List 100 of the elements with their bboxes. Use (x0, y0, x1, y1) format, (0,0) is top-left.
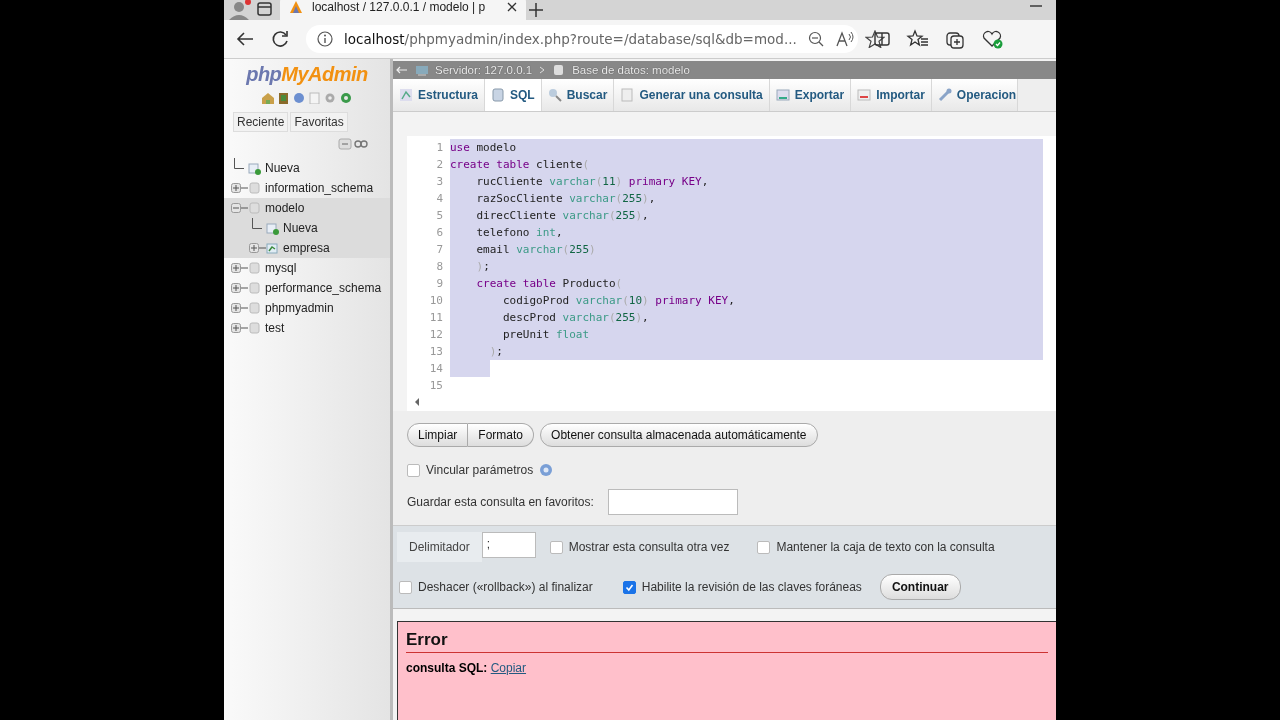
new-database-icon (248, 161, 262, 175)
tree-item[interactable]: empresa (283, 241, 330, 255)
collapse-icon[interactable] (338, 138, 352, 150)
tree-item[interactable]: mysql (265, 261, 297, 275)
continue-button[interactable]: Continuar (879, 574, 961, 600)
expand-icon[interactable] (231, 323, 241, 333)
wrench-icon (937, 88, 952, 102)
url-text: localhost/phpmyadmin/index.php?route=/database/sql&db=mod... (344, 31, 797, 47)
expand-icon[interactable] (231, 263, 241, 273)
logo-text[interactable]: phpMyAdmin (224, 63, 390, 86)
scroll-icon (491, 88, 506, 102)
new-tab-icon[interactable] (526, 0, 546, 20)
expand-icon[interactable] (231, 303, 241, 313)
checkbox-label[interactable]: Deshacer («rollback») al finalizar (418, 580, 593, 594)
line-number: 15 (428, 378, 444, 394)
table-icon (266, 241, 280, 255)
collections-icon[interactable] (944, 29, 966, 49)
line-number: 2 (435, 157, 444, 173)
line-number: 5 (435, 208, 444, 224)
close-icon[interactable] (506, 1, 518, 13)
home-icon[interactable] (261, 92, 275, 104)
line-number: 8 (435, 259, 444, 275)
tree-item[interactable]: performance_schema (265, 281, 382, 295)
line-number: 1 (435, 140, 444, 156)
database-icon (248, 261, 262, 275)
line-number: 3 (435, 174, 444, 190)
line-number: 11 (428, 310, 444, 326)
tree-item[interactable]: modelo (265, 201, 305, 215)
server-icon (415, 63, 429, 77)
tree-branch-icon (252, 218, 262, 229)
favorites-icon[interactable] (906, 29, 930, 49)
checkbox[interactable] (622, 580, 636, 594)
line-number: 7 (435, 242, 444, 258)
expand-icon[interactable] (249, 243, 259, 253)
checkbox-label[interactable]: Vincular parámetros (426, 463, 534, 477)
tab-title: localhost / 127.0.0.1 / modelo | p (312, 0, 487, 14)
line-number: 6 (435, 225, 444, 241)
collapse-icon[interactable] (231, 203, 241, 213)
magnifier-icon (547, 88, 562, 102)
code-editor[interactable] (407, 136, 1056, 411)
editor-button[interactable]: Obtener consulta almacenada automáticamente (540, 423, 818, 447)
monitor-icon (857, 88, 872, 102)
editor-button[interactable]: Limpiar (407, 423, 469, 447)
star-icon[interactable] (864, 30, 885, 48)
nav-tab[interactable]: Exportar (769, 79, 852, 111)
database-icon (248, 301, 262, 315)
exit-icon[interactable] (277, 92, 291, 104)
link-icon[interactable] (354, 138, 368, 150)
line-number: 10 (428, 293, 444, 309)
database-icon (248, 321, 262, 335)
checkbox[interactable] (549, 540, 563, 554)
database-icon (248, 201, 262, 215)
read-aloud-icon[interactable] (834, 30, 855, 48)
query-label-text: consulta SQL: (406, 661, 489, 675)
browser-tab[interactable]: localhost / 127.0.0.1 / modelo | p (280, 0, 526, 20)
database-icon (248, 181, 262, 195)
nav-tab[interactable]: Estructura (393, 79, 486, 111)
breadcrumb-separator-icon (538, 65, 547, 75)
split-screen-icon[interactable] (872, 29, 892, 49)
nav-tab[interactable]: Generar una consulta (614, 79, 770, 111)
expand-icon[interactable] (231, 183, 241, 193)
nav-tab[interactable]: Operacion (931, 79, 1019, 111)
delimiter-field[interactable]: ; (481, 532, 536, 558)
checkbox[interactable] (407, 463, 420, 477)
checkbox-label[interactable]: Mantener la caja de texto con la consulta (776, 540, 995, 554)
database-icon (248, 281, 262, 295)
delimiter-label: Delimitador (397, 532, 482, 562)
tree-branch-icon (234, 158, 244, 169)
checkbox-label[interactable]: Habilite la revisión de las claves foráneas (641, 580, 862, 594)
help-icon[interactable] (293, 92, 305, 104)
checkbox[interactable] (399, 580, 412, 594)
heart-check-icon[interactable] (980, 29, 1004, 49)
line-number: 4 (435, 191, 444, 207)
monitor-icon (775, 88, 790, 102)
scroll-left-icon[interactable] (413, 397, 421, 407)
sidebar-tab[interactable]: Favoritas (290, 112, 348, 132)
tree-item[interactable]: test (265, 321, 285, 335)
info-icon[interactable] (316, 30, 334, 48)
checkbox[interactable] (757, 540, 771, 554)
bookmark-field[interactable] (607, 489, 738, 515)
new-database-icon (266, 221, 280, 235)
document-icon (620, 88, 635, 102)
tree-item[interactable]: information_schema (265, 181, 374, 195)
nav-tab[interactable]: Buscar (541, 79, 615, 111)
field-label: Guardar esta consulta en favoritos: (407, 495, 594, 509)
zoom-out-icon[interactable] (806, 30, 825, 48)
line-number: 14 (428, 361, 444, 377)
nav-tab[interactable]: Importar (851, 79, 932, 111)
tree-item[interactable]: phpmyadmin (265, 301, 334, 315)
expand-icon[interactable] (231, 283, 241, 293)
checkbox-label[interactable]: Mostrar esta consulta otra vez (568, 540, 730, 554)
sidebar-tab[interactable]: Reciente (233, 112, 289, 132)
copy-link[interactable]: Copiar (490, 661, 527, 675)
help-icon[interactable] (539, 463, 554, 477)
line-number: 9 (435, 276, 444, 292)
tree-item[interactable]: Nueva (283, 221, 318, 235)
tree-item[interactable]: Nueva (265, 161, 300, 175)
editor-button[interactable]: Formato (468, 423, 535, 447)
line-number: 13 (428, 344, 444, 360)
nav-tab[interactable]: SQL (485, 79, 542, 111)
